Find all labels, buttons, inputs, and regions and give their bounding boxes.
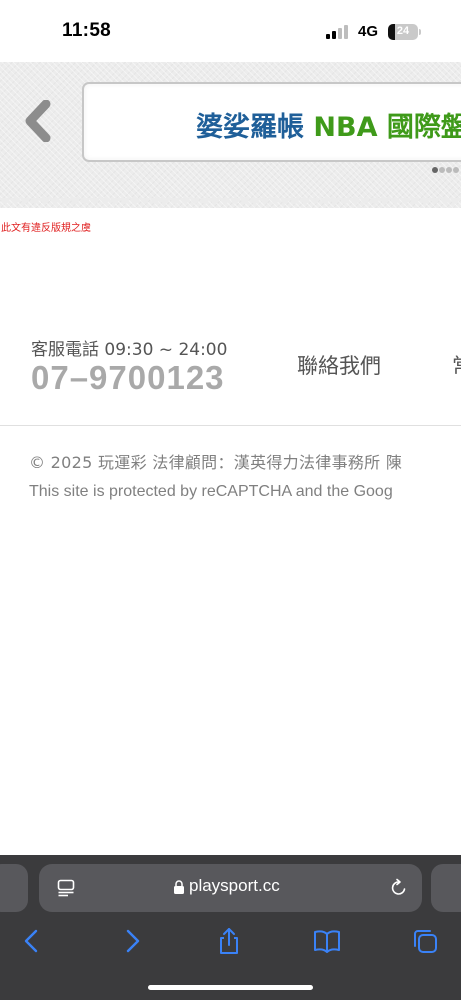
pager-dot[interactable] — [453, 167, 459, 173]
pager-dot[interactable] — [432, 167, 438, 173]
reader-icon[interactable] — [57, 879, 75, 897]
bookmarks-icon[interactable] — [313, 927, 341, 955]
footer-divider — [0, 425, 461, 426]
previous-tab-preview[interactable] — [0, 864, 28, 912]
cellular-signal-icon — [326, 25, 350, 39]
pager-dot[interactable] — [439, 167, 445, 173]
banner-scalloped-edge — [0, 198, 461, 204]
battery-cap — [419, 29, 421, 35]
recaptcha-notice: This site is protected by reCAPTCHA and … — [29, 483, 393, 500]
violation-notice: 此文有違反版規之虞 — [1, 223, 91, 234]
status-bar: 11:58 4G 24 — [0, 0, 461, 62]
marquee-text-part1: 婆娑羅帳 — [196, 112, 304, 143]
home-indicator — [148, 985, 313, 990]
lock-icon — [174, 880, 184, 894]
url-text: playsport.cc — [189, 876, 280, 895]
battery-level: 24 — [396, 25, 410, 37]
share-icon[interactable] — [215, 927, 243, 955]
banner-prev-button[interactable] — [20, 99, 58, 143]
marquee-box[interactable]: 婆娑羅帳 NBA 國際盤 — [82, 82, 461, 162]
copyright-text: © 2025 玩運彩 法律顧問：漢英得力法律事務所 陳 — [29, 453, 403, 472]
status-time: 11:58 — [62, 20, 112, 41]
chevron-left-icon — [25, 99, 51, 143]
forward-icon[interactable] — [118, 927, 146, 955]
marquee-text: 婆娑羅帳 NBA 國際盤 — [196, 105, 461, 144]
hotline-label: 客服電話 09:30 ~ 24:00 — [31, 340, 228, 360]
footer-next-link[interactable]: 常 — [452, 350, 461, 380]
hotline-number[interactable]: 07–9700123 — [31, 359, 225, 397]
browser-toolbar: playsport.cc — [0, 855, 461, 1000]
back-icon[interactable] — [18, 927, 46, 955]
next-tab-preview[interactable] — [431, 864, 461, 912]
tabs-icon[interactable] — [411, 927, 439, 955]
battery-icon: 24 — [388, 24, 418, 40]
network-type-label: 4G — [358, 23, 379, 40]
reload-icon[interactable] — [389, 878, 409, 898]
contact-us-link[interactable]: 聯絡我們 — [297, 350, 381, 380]
address-bar[interactable]: playsport.cc — [39, 864, 422, 912]
pager-dot[interactable] — [446, 167, 452, 173]
marquee-text-part2: NBA 國際盤 — [313, 112, 461, 143]
